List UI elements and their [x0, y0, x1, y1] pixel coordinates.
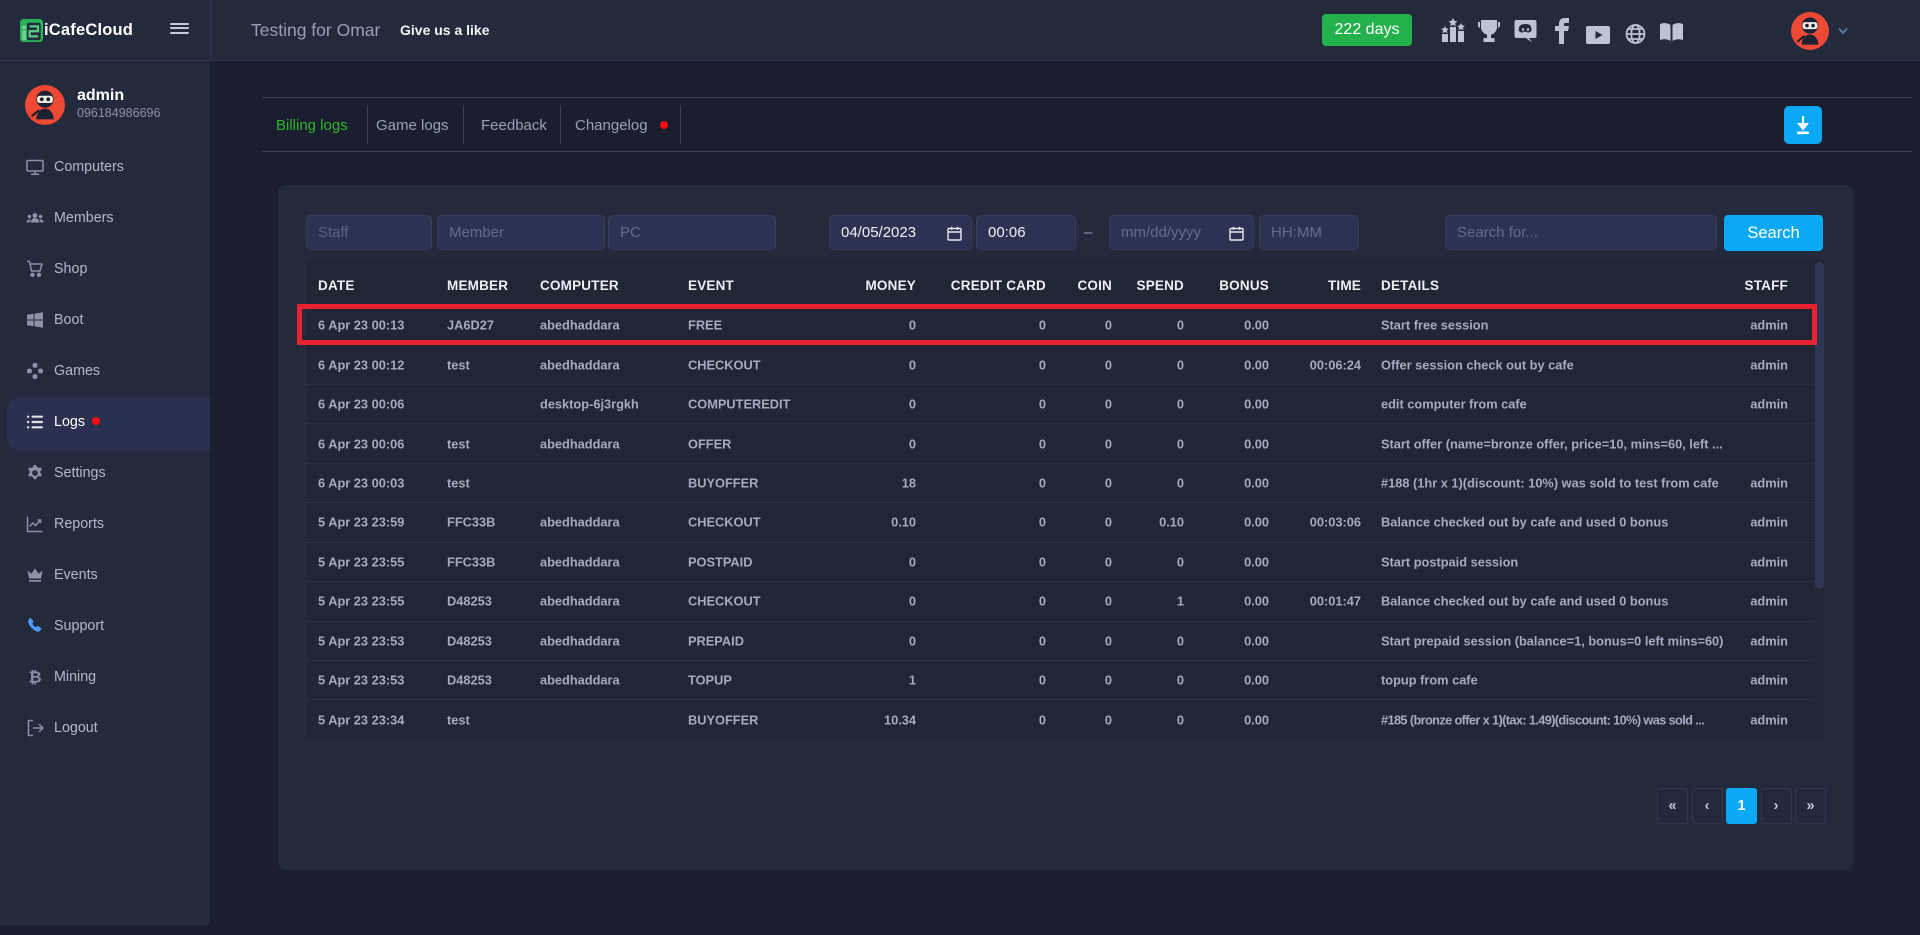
- svg-text:₿: ₿: [28, 668, 41, 686]
